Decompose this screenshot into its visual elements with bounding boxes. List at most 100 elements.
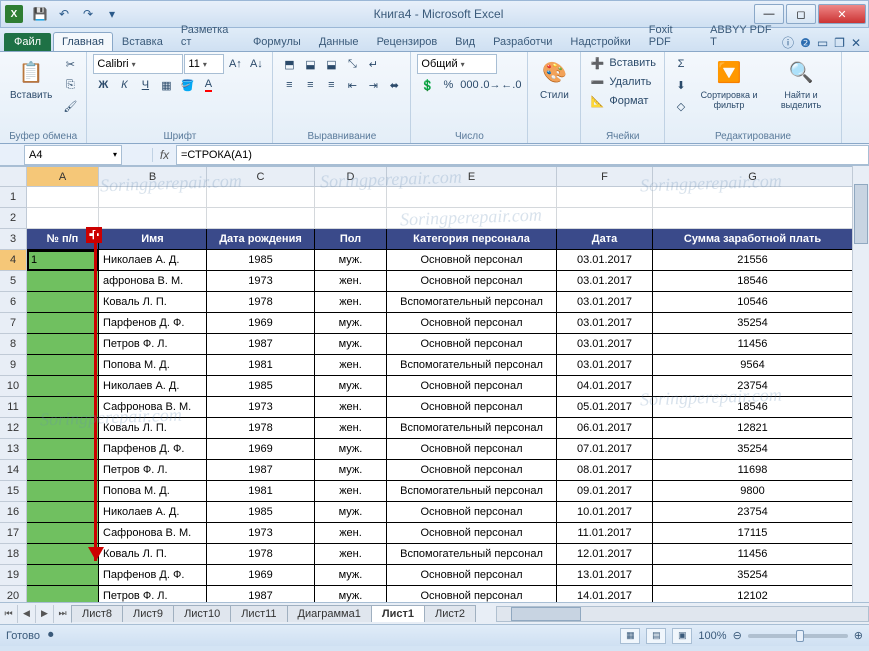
table-cell[interactable]: 09.01.2017 — [557, 481, 653, 502]
currency-icon[interactable]: 💲 — [417, 75, 437, 95]
file-tab[interactable]: Файл — [4, 33, 51, 51]
table-cell[interactable]: муж. — [315, 334, 387, 355]
format-cells-button[interactable]: 📐Формат — [587, 92, 650, 110]
font-name-combo[interactable]: Calibri▾ — [93, 54, 183, 74]
cell[interactable] — [27, 208, 99, 229]
table-cell[interactable]: Парфенов Д. Ф. — [99, 565, 207, 586]
table-cell[interactable]: Коваль Л. П. — [99, 544, 207, 565]
cell[interactable] — [27, 187, 99, 208]
vertical-scrollbar[interactable] — [852, 166, 869, 602]
table-cell[interactable]: муж. — [315, 586, 387, 602]
bold-button[interactable]: Ж — [93, 75, 113, 95]
table-cell[interactable] — [27, 313, 99, 334]
cell[interactable] — [99, 208, 207, 229]
table-cell[interactable]: 1969 — [207, 565, 315, 586]
border-icon[interactable]: ▦ — [156, 75, 176, 95]
table-cell[interactable]: муж. — [315, 376, 387, 397]
cell[interactable] — [207, 208, 315, 229]
percent-icon[interactable]: % — [438, 75, 458, 95]
cell[interactable] — [99, 187, 207, 208]
table-cell[interactable]: Вспомогательный персонал — [387, 418, 557, 439]
cell[interactable] — [387, 208, 557, 229]
row-header[interactable]: 11 — [0, 397, 27, 418]
table-cell[interactable]: 1981 — [207, 481, 315, 502]
table-cell[interactable]: жен. — [315, 481, 387, 502]
table-header[interactable]: Пол — [315, 229, 387, 250]
window-close-icon[interactable]: ✕ — [851, 36, 861, 50]
table-cell[interactable] — [27, 460, 99, 481]
table-cell[interactable]: 1985 — [207, 250, 315, 271]
col-header-C[interactable]: C — [207, 167, 315, 187]
cell[interactable] — [315, 187, 387, 208]
horizontal-scrollbar[interactable] — [496, 606, 869, 622]
table-cell[interactable]: 18546 — [653, 271, 853, 292]
tab-insert[interactable]: Вставка — [113, 32, 172, 51]
table-cell[interactable] — [27, 565, 99, 586]
table-cell[interactable]: 1981 — [207, 355, 315, 376]
table-cell[interactable] — [27, 502, 99, 523]
tab-foxit[interactable]: Foxit PDF — [640, 20, 701, 51]
table-cell[interactable]: 10546 — [653, 292, 853, 313]
table-cell[interactable]: 9564 — [653, 355, 853, 376]
worksheet-grid[interactable]: ABCDEFG 12345678910111213141516171819202… — [0, 166, 869, 602]
tab-abbyy[interactable]: ABBYY PDF T — [701, 20, 782, 51]
table-cell[interactable]: 1973 — [207, 523, 315, 544]
row-header[interactable]: 19 — [0, 565, 27, 586]
table-cell[interactable]: Коваль Л. П. — [99, 292, 207, 313]
table-cell[interactable]: Основной персонал — [387, 397, 557, 418]
zoom-in-icon[interactable]: ⊕ — [854, 629, 863, 642]
comma-icon[interactable]: 000 — [459, 75, 479, 95]
cell[interactable] — [315, 208, 387, 229]
window-restore-icon[interactable]: ❐ — [834, 36, 845, 50]
row-header[interactable]: 20 — [0, 586, 27, 602]
table-cell[interactable]: 14.01.2017 — [557, 586, 653, 602]
table-cell[interactable] — [27, 418, 99, 439]
table-cell[interactable]: Вспомогательный персонал — [387, 544, 557, 565]
row-header[interactable]: 16 — [0, 502, 27, 523]
maximize-button[interactable]: ◻ — [786, 4, 816, 24]
row-header[interactable]: 2 — [0, 208, 27, 229]
name-box[interactable]: A4▾ — [24, 145, 122, 165]
sheet-nav-first-icon[interactable]: ⏮ — [0, 605, 18, 623]
row-header[interactable]: 9 — [0, 355, 27, 376]
sheet-tab[interactable]: Диаграмма1 — [287, 605, 372, 622]
inc-decimal-icon[interactable]: .0→ — [480, 75, 500, 95]
table-cell[interactable]: жен. — [315, 292, 387, 313]
table-cell[interactable]: 03.01.2017 — [557, 355, 653, 376]
fx-icon[interactable]: fx — [152, 148, 176, 162]
grow-font-icon[interactable]: A↑ — [225, 54, 245, 74]
table-cell[interactable]: Петров Ф. Л. — [99, 334, 207, 355]
table-cell[interactable] — [27, 397, 99, 418]
clear-icon[interactable]: ◇ — [671, 96, 691, 116]
table-cell[interactable]: Основной персонал — [387, 565, 557, 586]
table-cell[interactable]: 04.01.2017 — [557, 376, 653, 397]
font-color-icon[interactable]: A — [198, 75, 218, 95]
table-cell[interactable]: Основной персонал — [387, 250, 557, 271]
table-cell[interactable]: жен. — [315, 397, 387, 418]
row-header[interactable]: 18 — [0, 544, 27, 565]
window-min-icon[interactable]: ▭ — [817, 36, 828, 50]
row-header[interactable]: 4 — [0, 250, 27, 271]
tab-data[interactable]: Данные — [310, 32, 368, 51]
cell[interactable] — [557, 187, 653, 208]
table-cell[interactable] — [27, 586, 99, 602]
underline-button[interactable]: Ч — [135, 75, 155, 95]
tab-formulas[interactable]: Формулы — [244, 32, 310, 51]
table-cell[interactable]: Основной персонал — [387, 586, 557, 602]
tab-view[interactable]: Вид — [446, 32, 484, 51]
wrap-text-icon[interactable]: ↵ — [363, 54, 383, 74]
table-cell[interactable]: Сафронова В. М. — [99, 523, 207, 544]
sheet-nav-next-icon[interactable]: ▶ — [36, 605, 54, 623]
insert-cells-button[interactable]: ➕Вставить — [587, 54, 658, 72]
formula-bar[interactable]: =СТРОКА(A1) — [176, 145, 869, 165]
number-format-combo[interactable]: Общий▾ — [417, 54, 497, 74]
table-cell[interactable]: 1987 — [207, 460, 315, 481]
table-cell[interactable]: Петров Ф. Л. — [99, 460, 207, 481]
zoom-out-icon[interactable]: ⊖ — [733, 629, 742, 642]
fill-icon[interactable]: ⬇ — [671, 75, 691, 95]
table-cell[interactable]: 03.01.2017 — [557, 313, 653, 334]
cut-icon[interactable]: ✂ — [60, 54, 80, 74]
table-cell[interactable]: 23754 — [653, 502, 853, 523]
row-header[interactable]: 1 — [0, 187, 27, 208]
help-icon[interactable]: ❷ — [800, 36, 811, 50]
